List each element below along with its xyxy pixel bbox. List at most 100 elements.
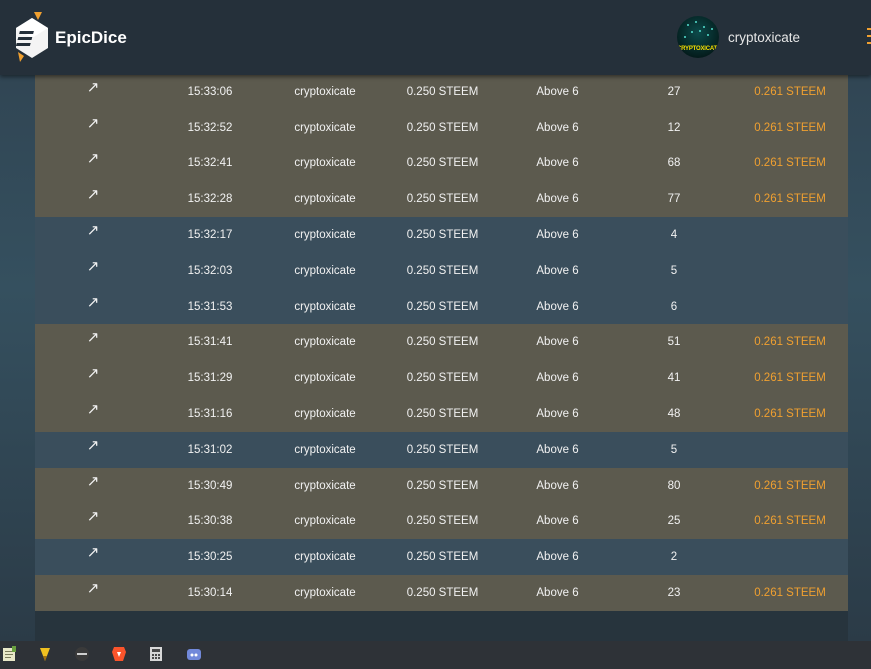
bet-roll: 5: [670, 443, 678, 456]
bet-roll: 41: [667, 372, 681, 385]
bet-amount: 0.250 STEEM: [406, 229, 479, 241]
bet-user[interactable]: cryptoxicate: [275, 253, 375, 289]
bet-payout: 0.261 STEEM: [754, 121, 826, 134]
bet-roll: 12: [667, 121, 681, 134]
bet-time: 15:30:49: [187, 479, 233, 492]
bet-row: ↗ 15:32:41 cryptoxicate 0.250 STEEM Above 66…: [35, 145, 848, 182]
bet-user[interactable]: cryptoxicate: [275, 432, 375, 468]
bet-row: ↗ 15:30:38 cryptoxicate 0.250 STEEM Above 62…: [35, 503, 848, 540]
bet-time: 15:31:41: [187, 336, 233, 349]
username[interactable]: cryptoxicate: [728, 30, 800, 45]
link-arrow-icon[interactable]: ↗: [75, 356, 111, 392]
bet-amount: 0.250 STEEM: [406, 372, 479, 385]
bet-time: 15:32:52: [187, 121, 233, 134]
link-arrow-icon[interactable]: ↗: [75, 428, 111, 464]
bet-target: Above 6: [536, 121, 579, 134]
bet-roll: 6: [670, 300, 678, 313]
bet-amount: 0.250 STEEM: [406, 408, 479, 420]
bet-amount: 0.250 STEEM: [406, 264, 479, 277]
bet-payout: 0.261 STEEM: [754, 85, 826, 98]
discord-icon[interactable]: [186, 646, 202, 662]
bet-amount: 0.250 STEEM: [406, 300, 479, 313]
link-arrow-icon[interactable]: ↗: [75, 571, 111, 607]
link-arrow-icon[interactable]: ↗: [75, 177, 111, 213]
bet-roll: 68: [667, 157, 681, 170]
bet-payout: 0.261 STEEM: [754, 587, 826, 599]
bet-payout: 0.261 STEEM: [754, 157, 826, 170]
brave-icon[interactable]: [111, 646, 127, 662]
bet-payout: [740, 217, 840, 253]
bet-roll: 80: [667, 479, 681, 492]
bet-user[interactable]: cryptoxicate: [275, 503, 375, 539]
bet-payout: [740, 289, 840, 325]
bet-user[interactable]: cryptoxicate: [275, 145, 375, 181]
bet-user[interactable]: cryptoxicate: [275, 181, 375, 217]
avatar[interactable]: CRYPTOXICATE: [677, 16, 719, 58]
bet-row: ↗ 15:30:25 cryptoxicate 0.250 STEEM Above 62: [35, 539, 848, 576]
bet-target: Above 6: [536, 85, 579, 98]
link-arrow-icon[interactable]: ↗: [75, 141, 111, 177]
bet-user[interactable]: cryptoxicate: [275, 217, 375, 253]
bet-time: 15:30:38: [187, 515, 233, 528]
link-arrow-icon[interactable]: ↗: [75, 464, 111, 500]
menu-icon[interactable]: [867, 28, 871, 46]
bet-amount: 0.250 STEEM: [406, 157, 479, 170]
bet-payout: 0.261 STEEM: [754, 408, 826, 420]
bet-user[interactable]: cryptoxicate: [275, 468, 375, 504]
bet-row: ↗ 15:32:28 cryptoxicate 0.250 STEEM Above 67…: [35, 181, 848, 218]
link-arrow-icon[interactable]: ↗: [75, 392, 111, 428]
bet-target: Above 6: [536, 264, 579, 277]
bet-payout: [740, 539, 840, 575]
bet-payout: 0.261 STEEM: [754, 372, 826, 385]
link-arrow-icon[interactable]: ↗: [75, 106, 111, 142]
bet-user[interactable]: cryptoxicate: [275, 289, 375, 325]
bet-payout: 0.261 STEEM: [754, 515, 826, 528]
bet-target: Above 6: [536, 551, 579, 564]
bet-payout: 0.261 STEEM: [754, 336, 826, 349]
bet-amount: 0.250 STEEM: [406, 587, 479, 599]
avatar-logo-text: CRYPTOXICATE: [677, 46, 719, 52]
bet-target: Above 6: [536, 408, 579, 420]
bet-amount: 0.250 STEEM: [406, 551, 479, 564]
link-arrow-icon[interactable]: ↗: [75, 535, 111, 571]
bet-roll: 5: [670, 264, 678, 277]
bet-user[interactable]: cryptoxicate: [275, 396, 375, 432]
bet-roll: 51: [667, 336, 681, 349]
bet-user[interactable]: cryptoxicate: [275, 110, 375, 146]
bet-target: Above 6: [536, 193, 579, 206]
bet-time: 15:32:28: [187, 193, 233, 206]
notepad-icon[interactable]: [2, 646, 18, 662]
bet-time: 15:30:25: [187, 551, 233, 564]
bet-time: 15:31:02: [187, 443, 233, 456]
page-background-right: [848, 0, 871, 641]
calculator-icon[interactable]: [148, 646, 164, 662]
bet-user[interactable]: cryptoxicate: [275, 575, 375, 611]
link-arrow-icon[interactable]: ↗: [75, 285, 111, 321]
bets-table: ↗15:33:18cryptoxicate0.250 STEEMAbove 67…: [35, 56, 848, 641]
bet-user[interactable]: cryptoxicate: [275, 360, 375, 396]
link-arrow-icon[interactable]: ↗: [75, 249, 111, 285]
bet-payout: 0.261 STEEM: [754, 193, 826, 206]
bet-row: ↗ 15:31:41 cryptoxicate 0.250 STEEM Above 65…: [35, 324, 848, 361]
bet-row: ↗ 15:30:49 cryptoxicate 0.250 STEEM Above 6 8…: [35, 467, 848, 504]
link-arrow-icon[interactable]: ↗: [75, 70, 111, 106]
bet-amount: 0.250 STEEM: [406, 85, 479, 98]
bet-amount: 0.250 STEEM: [406, 479, 479, 492]
bet-user[interactable]: cryptoxicate: [275, 324, 375, 360]
epicdice-logo-icon[interactable]: [12, 12, 52, 62]
link-arrow-icon[interactable]: ↗: [75, 213, 111, 249]
bet-target: Above 6: [536, 372, 579, 385]
bet-roll: 48: [667, 408, 681, 420]
bet-user[interactable]: cryptoxicate: [275, 539, 375, 575]
bet-row: ↗ 15:30:14 cryptoxicate 0.250 STEEM Above 62…: [35, 575, 848, 611]
bet-amount: 0.250 STEEM: [406, 336, 479, 349]
link-arrow-icon[interactable]: ↗: [75, 499, 111, 535]
bet-target: Above 6: [536, 157, 579, 170]
bet-amount: 0.250 STEEM: [406, 121, 479, 134]
app-icon[interactable]: [74, 646, 90, 662]
brand-name[interactable]: EpicDice: [55, 28, 127, 48]
pencil-icon[interactable]: [37, 646, 53, 662]
bet-user[interactable]: cryptoxicate: [275, 74, 375, 110]
link-arrow-icon[interactable]: ↗: [75, 320, 111, 356]
bet-payout: 0.261 STEEM: [754, 479, 826, 492]
